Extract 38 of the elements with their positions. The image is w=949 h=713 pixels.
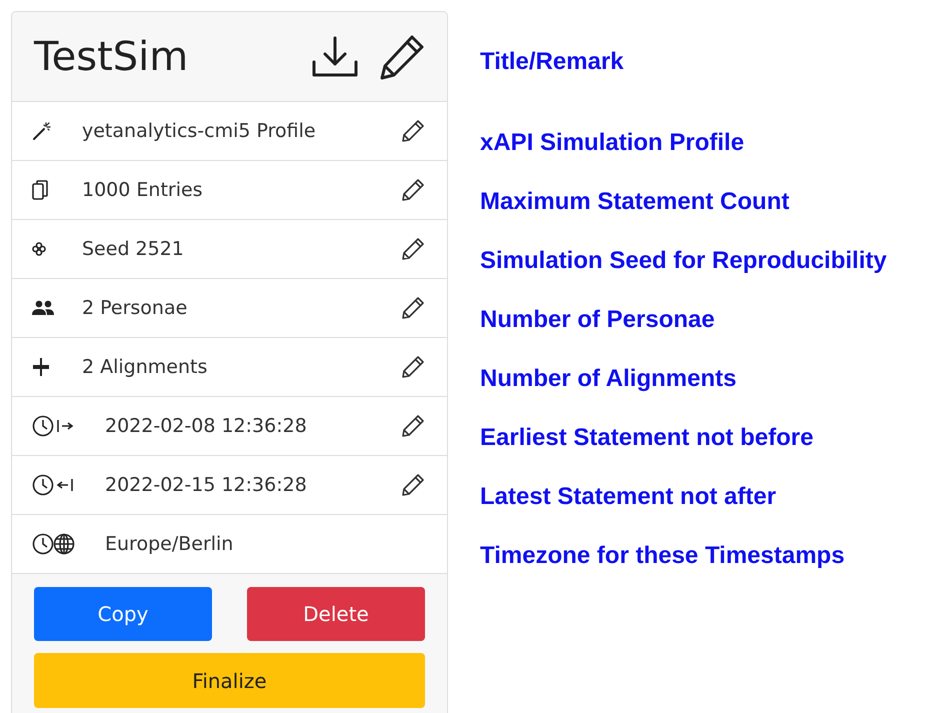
annotation-label: xAPI Simulation Profile <box>480 128 744 156</box>
setting-value: Seed 2521 <box>82 238 185 260</box>
annotation-label: Number of Alignments <box>480 364 736 392</box>
pencil-icon[interactable] <box>401 355 425 379</box>
plus-icon <box>32 357 50 377</box>
clock-arrow-left-icon <box>32 474 76 496</box>
pencil-icon[interactable] <box>401 178 425 202</box>
primary-action-button[interactable]: Copy <box>34 587 212 641</box>
simulation-title: TestSim <box>34 34 188 80</box>
people-icon <box>32 300 54 316</box>
flower-icon <box>32 242 46 256</box>
setting-value: 2022-02-08 12:36:28 <box>105 415 308 437</box>
setting-value: Europe/Berlin <box>105 533 234 555</box>
pencil-icon[interactable] <box>401 119 425 143</box>
annotation-label: Latest Statement not after <box>480 482 776 510</box>
setting-value: 2022-02-15 12:36:28 <box>105 474 308 496</box>
warning-action-button[interactable]: Finalize <box>34 653 425 708</box>
documents-icon <box>32 180 48 200</box>
annotation-label: Earliest Statement not before <box>480 424 814 452</box>
danger-action-button[interactable]: Delete <box>247 587 425 641</box>
annotation-label: Title/Remark <box>480 48 624 76</box>
setting-value: 2 Alignments <box>82 356 208 378</box>
annotation-label: Simulation Seed for Reproducibility <box>480 246 887 274</box>
pencil-icon[interactable] <box>401 414 425 438</box>
annotation-label: Number of Personae <box>480 306 715 334</box>
clock-arrow-right-icon <box>32 415 76 437</box>
setting-value: 2 Personae <box>82 297 188 319</box>
clock-globe-icon <box>32 533 76 555</box>
pencil-icon[interactable] <box>379 34 425 80</box>
setting-value: yetanalytics-cmi5 Profile <box>82 120 317 142</box>
annotation-label: Maximum Statement Count <box>480 188 790 216</box>
setting-value: 1000 Entries <box>82 179 204 201</box>
pencil-icon[interactable] <box>401 237 425 261</box>
download-icon[interactable] <box>311 34 359 78</box>
pencil-icon[interactable] <box>401 296 425 320</box>
pencil-icon[interactable] <box>401 473 425 497</box>
magic-wand-icon <box>32 121 52 141</box>
annotation-label: Timezone for these Timestamps <box>480 542 845 570</box>
